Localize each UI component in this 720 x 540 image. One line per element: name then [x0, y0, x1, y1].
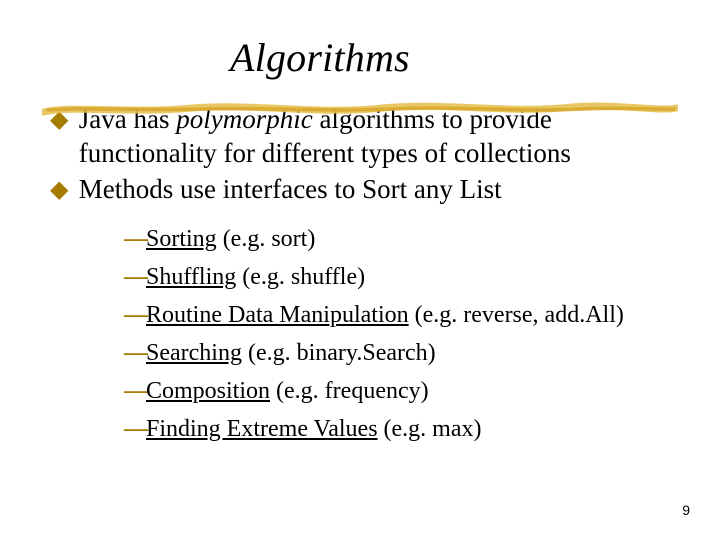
sub-bullet-point: —Composition (e.g. frequency) — [124, 373, 690, 409]
text-fragment: (e.g. max) — [378, 416, 482, 442]
link-text[interactable]: Composition — [146, 378, 270, 404]
link-text[interactable]: Finding Extreme Values — [146, 416, 378, 442]
dash-bullet-icon: — — [124, 335, 146, 371]
dash-bullet-icon: — — [124, 373, 146, 409]
dash-bullet-icon: — — [124, 259, 146, 295]
sub-bullet-point: —Sorting (e.g. sort) — [124, 221, 690, 257]
slide-title: Algorithms — [0, 0, 720, 81]
text-fragment: (e.g. shuffle) — [236, 264, 365, 290]
link-text[interactable]: Routine Data Manipulation — [146, 302, 409, 328]
bullet-point: ◆ Methods use interfaces to Sort any Lis… — [50, 173, 690, 207]
sub-bullet-point: —Shuffling (e.g. shuffle) — [124, 259, 690, 295]
dash-bullet-icon: — — [124, 297, 146, 333]
sub-bullet-point: —Finding Extreme Values (e.g. max) — [124, 411, 690, 447]
dash-bullet-icon: — — [124, 411, 146, 447]
sub-bullet-list: —Sorting (e.g. sort) —Shuffling (e.g. sh… — [50, 221, 690, 447]
slide: Algorithms ◆ Java has polymorphic algori… — [0, 0, 720, 540]
sub-bullet-point: —Searching (e.g. binary.Search) — [124, 335, 690, 371]
bullet-text: Methods use interfaces to Sort any List — [79, 173, 502, 207]
text-fragment: (e.g. frequency) — [270, 378, 429, 404]
text-fragment: (e.g. binary.Search) — [242, 340, 436, 366]
page-number: 9 — [682, 502, 690, 518]
dash-bullet-icon: — — [124, 221, 146, 257]
diamond-bullet-icon: ◆ — [50, 173, 72, 207]
text-fragment: (e.g. sort) — [217, 226, 316, 252]
link-text[interactable]: Searching — [146, 340, 242, 366]
title-underline-decoration — [42, 100, 678, 118]
sub-bullet-point: —Routine Data Manipulation (e.g. reverse… — [124, 297, 690, 333]
slide-body: ◆ Java has polymorphic algorithms to pro… — [0, 81, 720, 447]
link-text[interactable]: Shuffling — [146, 264, 236, 290]
link-text[interactable]: Sorting — [146, 226, 217, 252]
text-fragment: Methods use interfaces to Sort any List — [79, 174, 502, 204]
text-fragment: (e.g. reverse, add.All) — [409, 302, 624, 328]
